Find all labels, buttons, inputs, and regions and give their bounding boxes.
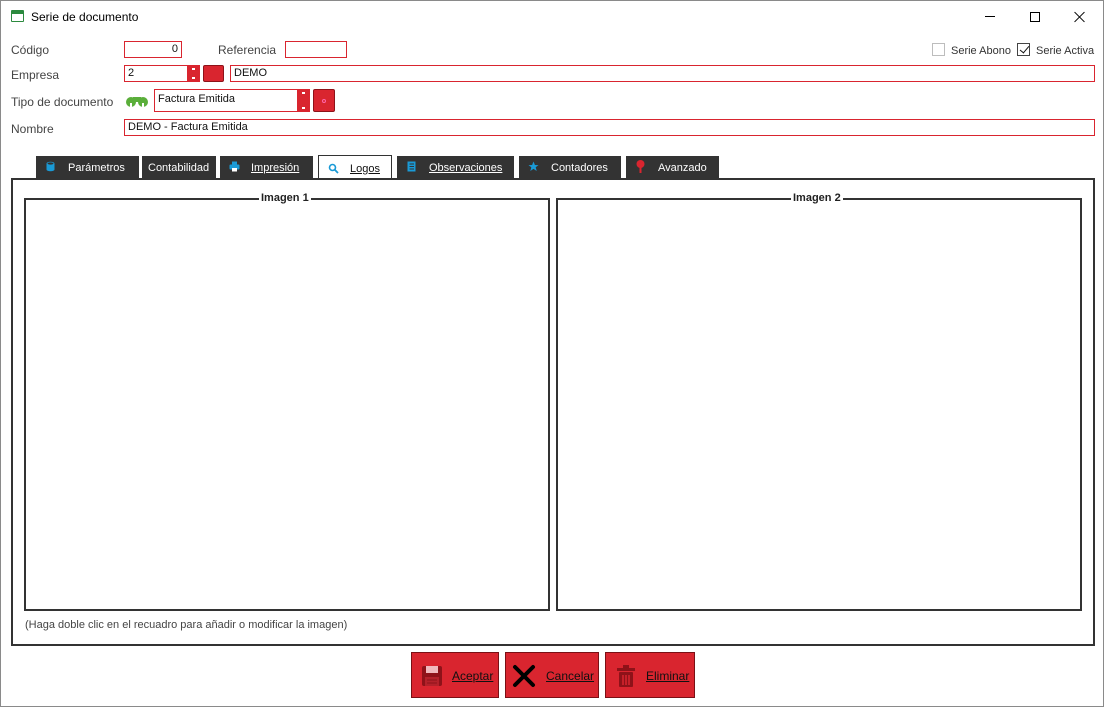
search-icon xyxy=(328,163,339,174)
tab-contabilidad-label: Contabilidad xyxy=(148,162,210,174)
serie-activa-label: Serie Activa xyxy=(1036,45,1095,57)
window-icon xyxy=(11,10,24,22)
lookup-icon xyxy=(322,99,326,103)
tab-contabilidad[interactable]: Contabilidad xyxy=(142,156,216,178)
star-icon xyxy=(528,161,539,171)
serie-activa-checkbox[interactable] xyxy=(1017,43,1030,56)
serie-abono-label: Serie Abono xyxy=(951,45,1011,57)
tab-parametros[interactable]: Parámetros xyxy=(36,156,139,178)
referencia-label: Referencia xyxy=(218,43,277,57)
tab-contadores-label: Contadores xyxy=(551,162,608,174)
accept-button[interactable]: Aceptar xyxy=(411,652,499,698)
image-1-title: Imagen 1 xyxy=(259,192,311,204)
tab-parametros-label: Parámetros xyxy=(68,162,125,174)
empresa-lookup-button[interactable] xyxy=(203,65,224,82)
trash-icon xyxy=(617,665,635,687)
maximize-icon xyxy=(1030,11,1040,22)
cancel-x-icon xyxy=(513,665,535,687)
document-type-icon xyxy=(126,97,148,109)
image-2-title: Imagen 2 xyxy=(791,192,843,204)
minimize-button[interactable] xyxy=(967,1,1013,32)
maximize-button[interactable] xyxy=(1012,1,1058,32)
tab-logos[interactable]: Logos xyxy=(318,155,392,180)
database-icon xyxy=(46,161,55,172)
accept-label: Aceptar xyxy=(452,669,494,683)
tab-impresion[interactable]: Impresión xyxy=(220,156,313,178)
nombre-field[interactable]: DEMO - Factura Emitida xyxy=(124,119,1095,136)
empresa-code-field[interactable]: 2 xyxy=(124,65,188,82)
tab-observaciones[interactable]: Observaciones xyxy=(397,156,514,178)
nombre-label: Nombre xyxy=(11,122,54,136)
minimize-icon xyxy=(985,16,995,17)
title-bar[interactable]: Serie de documento xyxy=(1,1,1103,32)
referencia-field[interactable] xyxy=(285,41,347,58)
cancel-button[interactable]: Cancelar xyxy=(505,652,599,698)
tipo-documento-spinner[interactable] xyxy=(297,89,310,112)
empresa-name-field[interactable]: DEMO xyxy=(230,65,1095,82)
empresa-label: Empresa xyxy=(11,68,60,82)
dialog-window: Serie de documento Código 0 Referencia S… xyxy=(0,0,1104,707)
tab-observaciones-label: Observaciones xyxy=(429,162,503,174)
notebook-icon xyxy=(407,161,416,172)
tipo-documento-field[interactable]: Factura Emitida xyxy=(154,89,299,112)
pin-icon xyxy=(636,160,645,173)
image-2-box[interactable]: Imagen 2 xyxy=(556,192,1082,611)
delete-button[interactable]: Eliminar xyxy=(605,652,695,698)
save-icon xyxy=(422,666,442,686)
empresa-spinner[interactable] xyxy=(187,65,200,82)
codigo-label: Código xyxy=(11,43,50,57)
close-icon xyxy=(1074,11,1086,23)
codigo-field[interactable]: 0 xyxy=(124,41,182,58)
tab-avanzado[interactable]: Avanzado xyxy=(626,156,719,178)
tab-avanzado-label: Avanzado xyxy=(658,162,707,174)
window-title: Serie de documento xyxy=(31,10,139,24)
image-hint-text: (Haga doble clic en el recuadro para aña… xyxy=(25,619,348,631)
close-button[interactable] xyxy=(1057,1,1103,32)
tipo-documento-lookup-button[interactable] xyxy=(313,89,335,112)
tab-contadores[interactable]: Contadores xyxy=(519,156,621,178)
tab-logos-label: Logos xyxy=(350,163,380,175)
image-1-box[interactable]: Imagen 1 xyxy=(24,192,550,611)
tab-impresion-label: Impresión xyxy=(251,162,300,174)
printer-icon xyxy=(229,161,240,172)
serie-abono-checkbox[interactable] xyxy=(932,43,945,56)
cancel-label: Cancelar xyxy=(546,669,595,683)
tipo-documento-label: Tipo de documento xyxy=(11,95,114,109)
delete-label: Eliminar xyxy=(646,669,690,683)
